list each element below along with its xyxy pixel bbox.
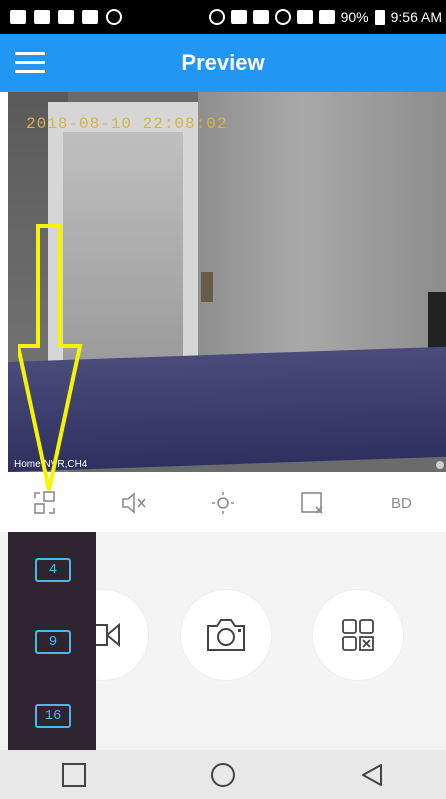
multi-view-button[interactable]	[313, 590, 403, 680]
mute-button[interactable]	[89, 491, 178, 515]
hamburger-menu-icon[interactable]	[15, 52, 45, 74]
system-nav-bar	[0, 750, 446, 799]
ptz-control-icon	[212, 492, 234, 514]
split-screen-button[interactable]	[0, 490, 89, 516]
chat-icon	[82, 10, 98, 24]
annotation-arrow	[18, 224, 83, 491]
battery-percent: 90%	[340, 9, 369, 25]
snapshot-camera-icon	[207, 619, 245, 651]
alarm-icon	[274, 9, 291, 25]
ptz-button[interactable]	[178, 490, 267, 516]
video-light-switch	[201, 272, 213, 302]
signal-icon	[318, 10, 335, 24]
email-icon	[34, 10, 50, 24]
page-title: Preview	[181, 50, 265, 75]
system-icons: 90% 9:56 AM	[208, 9, 446, 25]
sync-icon	[106, 9, 122, 25]
recent-apps-button[interactable]	[44, 755, 104, 795]
multi-view-icon	[342, 619, 374, 651]
video-timestamp: 2018-08-10 22:08:02	[26, 115, 228, 133]
stream-quality-button[interactable]: BD	[357, 495, 446, 512]
wifi-icon	[296, 10, 313, 24]
split-16-button[interactable]: 16	[35, 704, 71, 728]
battery-icon	[374, 9, 385, 25]
split-screen-icon	[33, 491, 55, 514]
back-button[interactable]	[342, 755, 402, 795]
split-options-panel: 4 9 16	[8, 532, 96, 750]
control-toolbar: BD	[0, 472, 446, 534]
app-bar: Preview	[0, 34, 446, 92]
video-status-dot	[436, 461, 444, 469]
status-bar: 90% 9:56 AM	[0, 0, 446, 34]
nfc-icon	[230, 10, 247, 24]
snapshot-button[interactable]	[181, 590, 271, 680]
home-icon	[210, 762, 235, 787]
message-icon	[10, 10, 26, 24]
notification-icons	[0, 9, 122, 25]
facebook-icon	[58, 10, 74, 24]
mute-icon	[121, 492, 146, 514]
bluetooth-icon	[208, 9, 225, 25]
close-window-icon	[301, 492, 323, 514]
back-icon	[361, 763, 382, 786]
close-window-button[interactable]	[268, 490, 357, 516]
vibrate-icon	[252, 10, 269, 24]
recent-apps-icon	[62, 762, 87, 787]
split-9-button[interactable]: 9	[35, 630, 71, 654]
home-button[interactable]	[193, 755, 253, 795]
split-4-button[interactable]: 4	[35, 558, 71, 582]
clock: 9:56 AM	[390, 9, 442, 25]
